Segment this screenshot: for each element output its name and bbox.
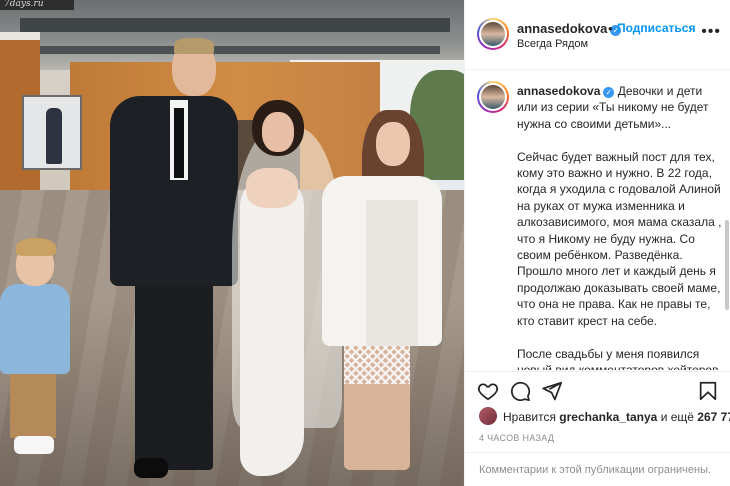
post-photo[interactable]: 7days.ru [0,0,464,486]
share-icon[interactable] [541,380,563,402]
likes-summary: Нравится grechanka_tanya и ещё 267 776 [479,407,730,427]
post-timestamp[interactable]: 4 ЧАСОВ НАЗАД [479,433,554,443]
post-header: annasedokova ✓ • Подписаться Всегда Рядом… [465,0,730,70]
groom-shoe [134,458,168,478]
caption-scrollbar[interactable] [725,220,729,310]
likes-prefix: Нравится [503,410,560,424]
likes-count[interactable]: 267 776 [697,410,730,424]
caption-scroll-area[interactable]: annasedokova ✓ Девочки и дети или из сери… [465,70,730,370]
post-caption: annasedokova ✓ Девочки и дети или из сери… [517,83,723,370]
author-avatar[interactable] [477,18,509,50]
bride-dress [240,176,304,476]
canopy-beam [20,18,450,32]
girl-fishnet-tights [344,340,410,384]
girl-dress [366,200,418,346]
likes-text: Нравится grechanka_tanya и ещё 267 776 [503,410,730,424]
caption-username[interactable]: annasedokova [517,84,600,98]
groom-tie [174,108,184,178]
bookmark-icon[interactable] [697,380,719,402]
header-separator: • [608,21,613,36]
comments-restricted-notice: Комментарии к этой публикации ограничены… [465,452,730,486]
boy-hair [16,238,56,256]
more-options-icon[interactable]: ••• [701,24,721,40]
verified-badge-icon: ✓ [603,87,615,98]
boy-shirt [0,284,70,374]
groom-hair [174,38,214,54]
canopy-beam [40,46,440,54]
comment-icon[interactable] [509,380,531,402]
girl-face [376,122,410,166]
liker-username[interactable]: grechanka_tanya [559,410,657,424]
likes-middle: и ещё [657,410,698,424]
bride-face [262,112,294,152]
site-watermark: 7days.ru [0,0,74,10]
post-actions-bar [465,371,730,407]
bride-neckline [246,168,298,208]
post-location[interactable]: Всегда Рядом [517,38,588,50]
author-username-text[interactable]: annasedokova [517,21,607,36]
follow-button[interactable]: Подписаться [617,21,695,35]
boy-shoes [14,436,54,454]
author-username[interactable]: annasedokova ✓ [517,21,622,36]
window-poster-figure [46,108,62,164]
groom-legs [135,280,213,470]
boy-pants [10,368,56,438]
heart-icon[interactable] [477,380,499,402]
post-side-panel: annasedokova ✓ • Подписаться Всегда Рядом… [464,0,730,486]
liker-avatar[interactable] [479,407,497,425]
caption-author-avatar[interactable] [477,81,509,113]
caption-body: Девочки и дети или из серии «Ты никому н… [517,84,722,370]
